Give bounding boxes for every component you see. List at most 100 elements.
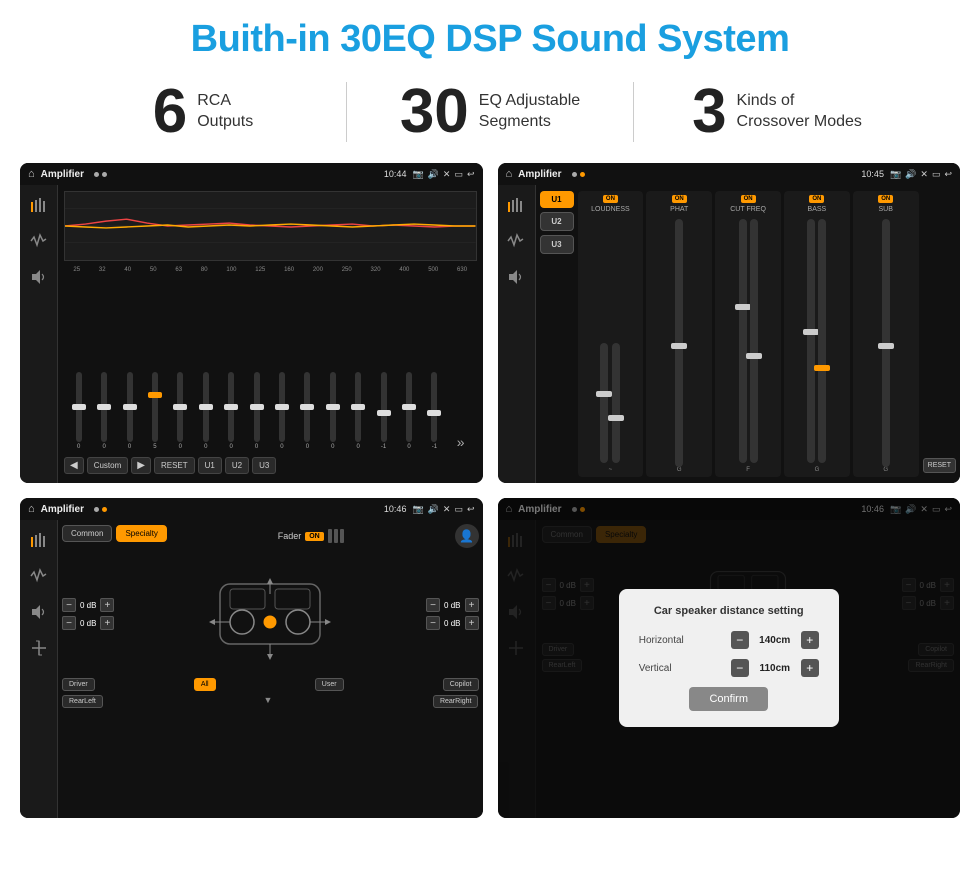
back-icon[interactable]: ↩ [467,169,475,180]
sub-on[interactable]: ON [878,195,893,203]
cutfreq-slider2[interactable] [750,219,758,463]
arrows-icon-3[interactable] [27,636,51,660]
speaker-icon-3[interactable] [27,600,51,624]
waveform-icon-2[interactable] [504,229,528,253]
vertical-minus-btn[interactable]: − [731,659,749,677]
label-rearright[interactable]: RearRight [433,695,479,708]
slider-10[interactable]: 0 [330,372,336,450]
label-copilot[interactable]: Copilot [443,678,479,691]
ch-control-bl: − 0 dB + [62,616,114,630]
slider-7[interactable]: 0 [254,372,260,450]
cutfreq-on[interactable]: ON [741,195,756,203]
bass-slider2[interactable] [818,219,826,463]
slider-11[interactable]: 0 [355,372,361,450]
eq-main-area: 25 32 40 50 63 80 100 125 160 200 250 32… [58,185,483,483]
eq-icon-3[interactable] [27,528,51,552]
ch-loudness: ON LOUDNESS ~ [578,191,644,477]
fader-on-badge[interactable]: ON [305,532,324,541]
back-icon-2[interactable]: ↩ [944,169,952,180]
slider-6[interactable]: 0 [228,372,234,450]
stat-eq-label: EQ AdjustableSegments [479,91,580,133]
eq-icon-2[interactable] [504,193,528,217]
expand-btn[interactable]: » [457,434,465,450]
slider-13[interactable]: 0 [406,372,412,450]
person-icon[interactable]: 👤 [455,524,479,548]
window-icon-3[interactable]: ▭ [454,504,463,515]
label-user[interactable]: User [315,678,344,691]
loudness-slider[interactable] [600,343,608,463]
eq-u1-btn[interactable]: U1 [198,457,222,474]
close-icon[interactable]: ✕ [443,169,451,180]
loudness-slider2[interactable] [612,343,620,463]
minus-btn-tr[interactable]: − [426,598,440,612]
bass-label: BASS [808,206,827,213]
slider-1[interactable]: 0 [101,372,107,450]
slider-5[interactable]: 0 [203,372,209,450]
tab-specialty[interactable]: Specialty [116,525,166,542]
minus-btn-br[interactable]: − [426,616,440,630]
stat-rca: 6 RCAOutputs [60,81,346,143]
plus-btn-bl[interactable]: + [100,616,114,630]
eq-graph [64,191,477,261]
label-all[interactable]: All [194,678,216,691]
sub-slider[interactable] [882,219,890,467]
label-rearleft[interactable]: RearLeft [62,695,103,708]
cutfreq-slider1[interactable] [739,219,747,463]
preset-u3[interactable]: U3 [540,235,574,254]
loudness-on[interactable]: ON [603,195,618,203]
eq-custom-btn[interactable]: Custom [87,457,129,474]
waveform-icon-3[interactable] [27,564,51,588]
horizontal-minus-btn[interactable]: − [731,631,749,649]
home-icon[interactable]: ⌂ [28,168,35,180]
window-icon[interactable]: ▭ [454,169,463,180]
amp2-reset-btn[interactable]: RESET [923,458,956,473]
slider-2[interactable]: 0 [127,372,133,450]
plus-btn-tl[interactable]: + [100,598,114,612]
close-icon-3[interactable]: ✕ [443,504,451,515]
plus-btn-br[interactable]: + [465,616,479,630]
eq-sliders: 0 0 0 5 0 0 0 0 0 0 0 0 -1 0 -1 » [64,275,477,454]
window-icon-2[interactable]: ▭ [932,169,941,180]
slider-8[interactable]: 0 [279,372,285,450]
eq-prev-btn[interactable]: ◀ [64,457,84,474]
db-value-tr: 0 dB [444,601,460,610]
volume-icon: 🔊 [428,169,439,180]
tab-common[interactable]: Common [62,525,112,542]
slider-9[interactable]: 0 [304,372,310,450]
speaker-icon-2[interactable] [504,265,528,289]
confirm-button[interactable]: Confirm [689,687,768,711]
stat-crossover-number: 3 [692,81,726,143]
label-driver[interactable]: Driver [62,678,95,691]
eq-u3-btn[interactable]: U3 [252,457,276,474]
bass-on[interactable]: ON [809,195,824,203]
bass-slider1[interactable] [807,219,815,463]
phat-on[interactable]: ON [672,195,687,203]
minus-btn-bl[interactable]: − [62,616,76,630]
slider-12[interactable]: -1 [381,372,387,450]
cross-dots [94,507,107,512]
preset-u2[interactable]: U2 [540,212,574,231]
eq-reset-btn[interactable]: RESET [154,457,195,474]
home-icon-3[interactable]: ⌂ [28,503,35,515]
vertical-plus-btn[interactable]: + [801,659,819,677]
slider-0[interactable]: 0 [76,372,82,450]
preset-u1[interactable]: U1 [540,191,574,208]
slider-4[interactable]: 0 [177,372,183,450]
plus-btn-tr[interactable]: + [465,598,479,612]
equalizer-icon[interactable] [27,193,51,217]
horizontal-row: Horizontal − 140cm + [639,631,819,649]
eq-u2-btn[interactable]: U2 [225,457,249,474]
speaker-icon[interactable] [27,265,51,289]
stat-crossover: 3 Kinds ofCrossover Modes [634,81,920,143]
slider-3[interactable]: 5 [152,372,158,450]
slider-14[interactable]: -1 [431,372,437,450]
home-icon-2[interactable]: ⌂ [506,168,513,180]
horizontal-plus-btn[interactable]: + [801,631,819,649]
back-icon-3[interactable]: ↩ [467,504,475,515]
minus-btn-tl[interactable]: − [62,598,76,612]
eq-app-title: Amplifier [41,169,84,180]
phat-slider[interactable] [675,219,683,467]
close-icon-2[interactable]: ✕ [920,169,928,180]
waveform-icon[interactable] [27,229,51,253]
eq-next-btn[interactable]: ▶ [131,457,151,474]
